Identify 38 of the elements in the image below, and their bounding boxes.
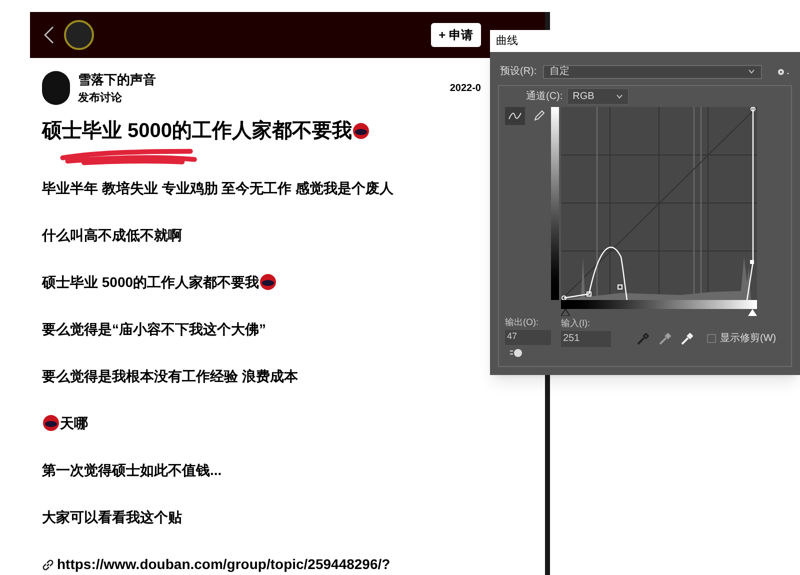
link-icon: [42, 558, 54, 570]
post-paragraph: 硕士毕业 5000的工作人家都不要我: [42, 273, 260, 292]
preset-dropdown[interactable]: 自定: [542, 64, 762, 78]
channel-label: 通道(C):: [526, 90, 563, 104]
post-paragraph: 要么觉得是“庙小容不下我这个大佛”: [42, 320, 266, 339]
post-date: 2022-0: [450, 82, 481, 96]
output-label: 输出(O):: [505, 316, 540, 329]
input-label: 输入(I):: [561, 317, 591, 330]
input-field[interactable]: 251: [561, 330, 611, 346]
show-clipping-checkbox[interactable]: [707, 334, 716, 343]
post-paragraph: 天哪: [60, 414, 88, 433]
output-field[interactable]: 47: [505, 330, 551, 344]
show-clipping-label: 显示修剪(W): [720, 332, 776, 346]
post-paragraph: 什么叫高不成低不就啊: [42, 226, 182, 245]
curve-tool-button[interactable]: [505, 107, 525, 125]
preset-label: 预设(R):: [500, 65, 537, 79]
channel-dropdown[interactable]: RGB: [566, 88, 629, 105]
eyedropper-icon[interactable]: [659, 332, 671, 344]
post-action: 发布讨论: [78, 90, 123, 106]
curve-icon: [508, 112, 522, 120]
avatar: [42, 71, 70, 105]
author-name[interactable]: 雪落下的声音: [78, 70, 156, 90]
post-paragraph: 要么觉得是我根本没有工作经验 浪费成本: [42, 367, 298, 386]
post-paragraph: 大家可以看看我这个贴: [42, 508, 182, 527]
post-link[interactable]: https://www.douban.com/group/topic/259448296/?: [57, 554, 390, 575]
back-chevron-icon[interactable]: [44, 26, 54, 44]
auto-adjust-icon[interactable]: [509, 348, 523, 358]
dialog-title: 曲线: [496, 34, 518, 49]
chevron-down-icon: [616, 94, 623, 99]
post-paragraph: 第一次觉得硕士如此不值钱...: [42, 461, 222, 480]
shadow-slider-icon[interactable]: [561, 309, 570, 316]
pencil-icon: [533, 110, 545, 122]
group-avatar: [64, 20, 94, 50]
apply-button[interactable]: + 申请: [430, 23, 481, 47]
chevron-down-icon: [748, 69, 755, 74]
post-paragraph: 毕业半年 教培失业 专业鸡肋 至今无工作 感觉我是个废人: [42, 179, 394, 198]
post-title-text: 硕士毕业 5000的工作人家都不要我: [42, 118, 352, 144]
settings-icon[interactable]: [776, 66, 790, 76]
